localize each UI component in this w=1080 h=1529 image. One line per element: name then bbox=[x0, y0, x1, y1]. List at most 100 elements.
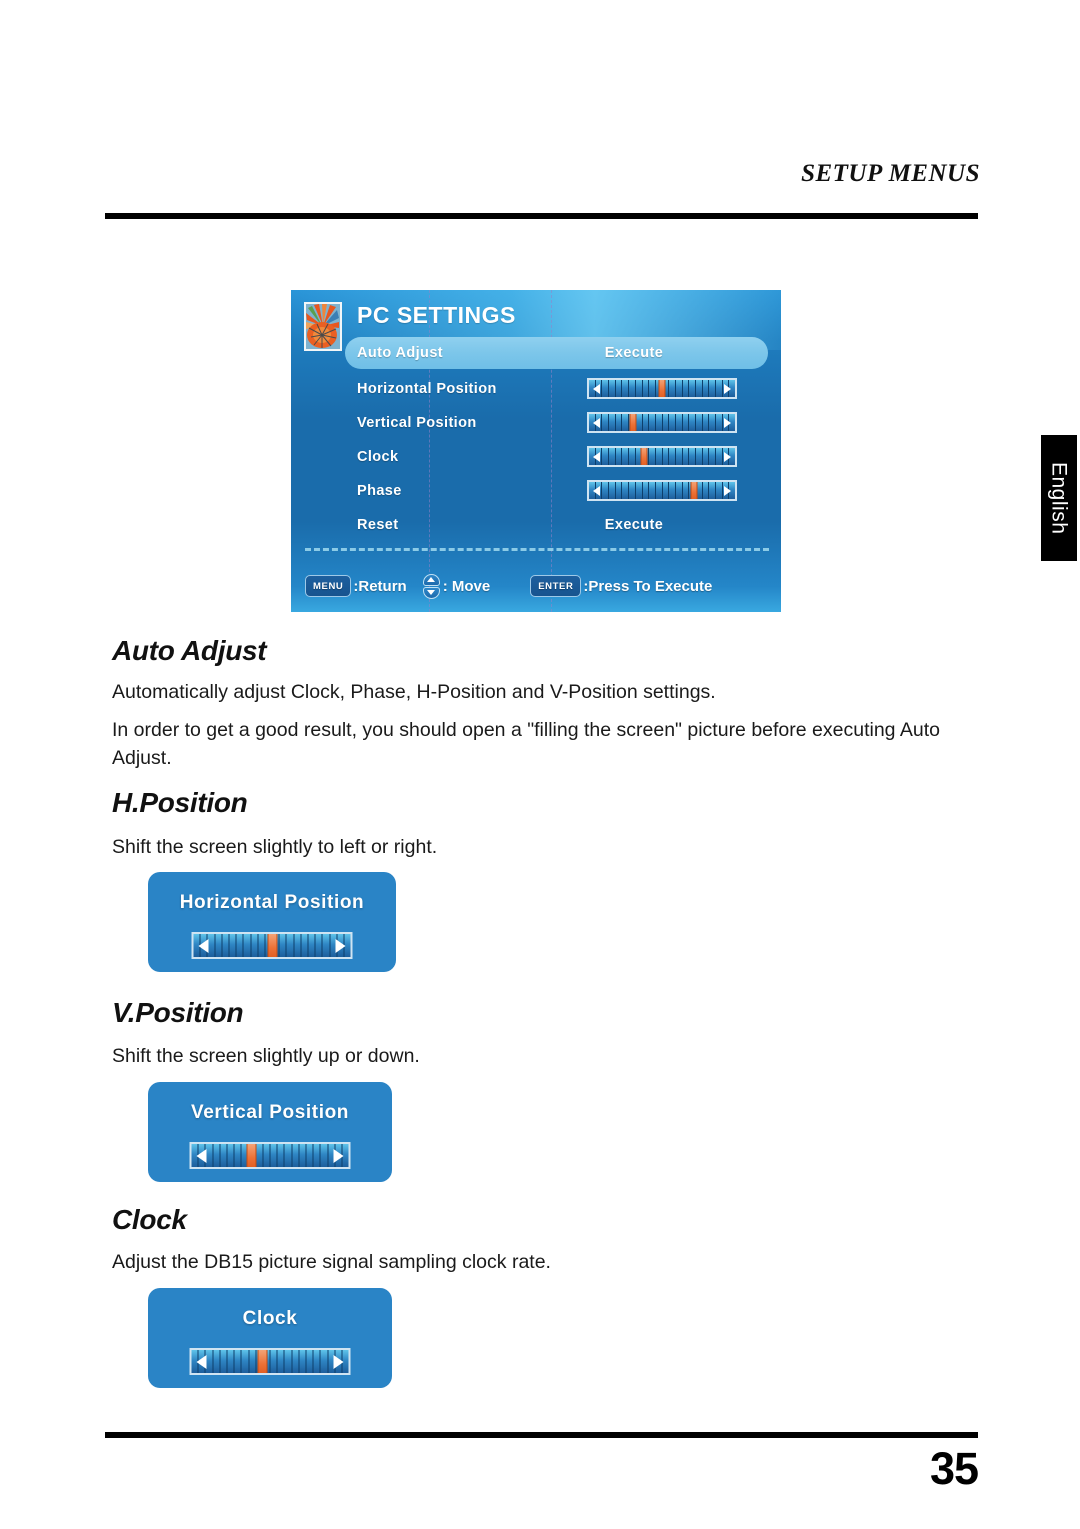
slider-segment bbox=[655, 482, 662, 499]
slider-right-arrow-icon[interactable] bbox=[724, 383, 731, 394]
osd-row-slider-slot[interactable] bbox=[587, 412, 737, 436]
osd-row-reset[interactable]: Reset Execute bbox=[291, 508, 781, 542]
slider-segment bbox=[682, 380, 689, 397]
card-slider-wrap[interactable] bbox=[191, 932, 353, 962]
osd-row-horizontal-position[interactable]: Horizontal Position bbox=[291, 372, 781, 406]
slider-right-arrow-icon[interactable] bbox=[333, 1148, 344, 1163]
card-slider-wrap[interactable] bbox=[189, 1348, 351, 1378]
slider-segment bbox=[277, 1144, 284, 1167]
slider-left-arrow-icon[interactable] bbox=[196, 1148, 207, 1163]
osd-row-label: Phase bbox=[357, 483, 402, 499]
enter-key-button[interactable]: ENTER bbox=[530, 575, 582, 597]
slider-thumb[interactable] bbox=[658, 380, 666, 397]
osd-footer: MENU :Return : Move ENTER :Press To Exec… bbox=[305, 572, 771, 600]
slider-segment bbox=[294, 934, 301, 957]
slider-segment bbox=[669, 380, 675, 397]
section-title-v-position: V.Position bbox=[112, 997, 244, 1028]
slider-track bbox=[191, 1144, 349, 1167]
slider-thumb[interactable] bbox=[267, 934, 277, 957]
up-down-arrows-icon[interactable] bbox=[422, 573, 440, 599]
slider-segment bbox=[649, 380, 655, 397]
slider-segment bbox=[301, 934, 308, 957]
slider-segment bbox=[702, 448, 709, 465]
slider-segment bbox=[689, 414, 695, 431]
slider-segment bbox=[277, 1350, 284, 1373]
slider-right-arrow-icon[interactable] bbox=[724, 451, 731, 462]
slider-segment bbox=[313, 1144, 320, 1167]
enter-key-action-label: :Press To Execute bbox=[583, 577, 713, 595]
slider-right-arrow-icon[interactable] bbox=[333, 1354, 344, 1369]
osd-row-value[interactable]: Execute bbox=[559, 517, 709, 533]
slider-segment bbox=[602, 448, 609, 465]
slider-segment bbox=[689, 448, 695, 465]
slider-left-arrow-icon[interactable] bbox=[198, 938, 209, 953]
slider-thumb[interactable] bbox=[629, 414, 637, 431]
slider-segment bbox=[609, 380, 615, 397]
osd-row-slider-slot[interactable] bbox=[587, 446, 737, 470]
slider-segment bbox=[709, 448, 716, 465]
vertical-position-card-slider[interactable] bbox=[189, 1142, 351, 1169]
section-paragraph: In order to get a good result, you shoul… bbox=[112, 719, 940, 769]
clock-slider[interactable] bbox=[587, 446, 737, 467]
slider-segment bbox=[629, 380, 635, 397]
slider-left-arrow-icon[interactable] bbox=[593, 417, 600, 428]
slider-track bbox=[193, 934, 351, 957]
card-title: Vertical Position bbox=[190, 1102, 350, 1123]
horizontal-position-card: Horizontal Position bbox=[148, 872, 396, 972]
section-title-auto-adjust: Auto Adjust bbox=[112, 635, 267, 666]
slider-segment bbox=[207, 934, 215, 957]
slider-track bbox=[589, 448, 735, 465]
osd-row-auto-adjust[interactable]: Auto Adjust Execute bbox=[291, 336, 781, 370]
slider-segment bbox=[229, 934, 236, 957]
slider-segment bbox=[615, 448, 622, 465]
page-header-title: SETUP MENUS bbox=[801, 160, 980, 187]
slider-segment bbox=[682, 448, 689, 465]
slider-segment bbox=[622, 380, 629, 397]
slider-segment bbox=[682, 414, 689, 431]
slider-segment bbox=[682, 482, 689, 499]
slider-segment bbox=[249, 1350, 256, 1373]
osd-row-slider-slot[interactable] bbox=[587, 378, 737, 402]
osd-row-list: Auto Adjust Execute Horizontal Position … bbox=[291, 336, 781, 542]
slider-left-arrow-icon[interactable] bbox=[593, 383, 600, 394]
header-rule bbox=[105, 213, 978, 219]
osd-row-vertical-position[interactable]: Vertical Position bbox=[291, 406, 781, 440]
card-slider-wrap[interactable] bbox=[189, 1142, 351, 1172]
osd-footer-divider bbox=[305, 548, 769, 551]
horizontal-position-card-slider[interactable] bbox=[191, 932, 353, 959]
clock-card-slider[interactable] bbox=[189, 1348, 351, 1375]
vertical-position-slider[interactable] bbox=[587, 412, 737, 433]
up-arrow-icon[interactable] bbox=[422, 573, 440, 586]
osd-row-clock[interactable]: Clock bbox=[291, 440, 781, 474]
down-arrow-icon[interactable] bbox=[422, 586, 440, 599]
slider-thumb[interactable] bbox=[246, 1144, 257, 1167]
slider-left-arrow-icon[interactable] bbox=[593, 485, 600, 496]
phase-slider[interactable] bbox=[587, 480, 737, 501]
slider-segment bbox=[716, 482, 722, 499]
slider-thumb[interactable] bbox=[640, 448, 648, 465]
slider-segment bbox=[308, 934, 315, 957]
clock-card: Clock bbox=[148, 1288, 392, 1388]
slider-left-arrow-icon[interactable] bbox=[593, 451, 600, 462]
slider-segment bbox=[279, 934, 286, 957]
slider-segment bbox=[675, 380, 682, 397]
slider-segment bbox=[622, 414, 629, 431]
slider-thumb[interactable] bbox=[257, 1350, 268, 1373]
slider-segment bbox=[655, 414, 662, 431]
osd-row-value[interactable]: Execute bbox=[559, 345, 709, 361]
osd-title: PC SETTINGS bbox=[357, 302, 516, 328]
slider-thumb[interactable] bbox=[690, 482, 698, 499]
slider-segment bbox=[662, 448, 669, 465]
osd-row-phase[interactable]: Phase bbox=[291, 474, 781, 508]
slider-right-arrow-icon[interactable] bbox=[724, 417, 731, 428]
slider-left-arrow-icon[interactable] bbox=[196, 1354, 207, 1369]
osd-row-slider-slot[interactable] bbox=[587, 480, 737, 504]
slider-segment bbox=[205, 1144, 213, 1167]
language-tab: English bbox=[1041, 435, 1077, 561]
horizontal-position-slider[interactable] bbox=[587, 378, 737, 399]
slider-right-arrow-icon[interactable] bbox=[335, 938, 346, 953]
slider-segment bbox=[213, 1350, 220, 1373]
slider-right-arrow-icon[interactable] bbox=[724, 485, 731, 496]
section-paragraph: Shift the screen slightly up or down. bbox=[112, 1045, 420, 1067]
menu-key-button[interactable]: MENU bbox=[305, 575, 352, 597]
